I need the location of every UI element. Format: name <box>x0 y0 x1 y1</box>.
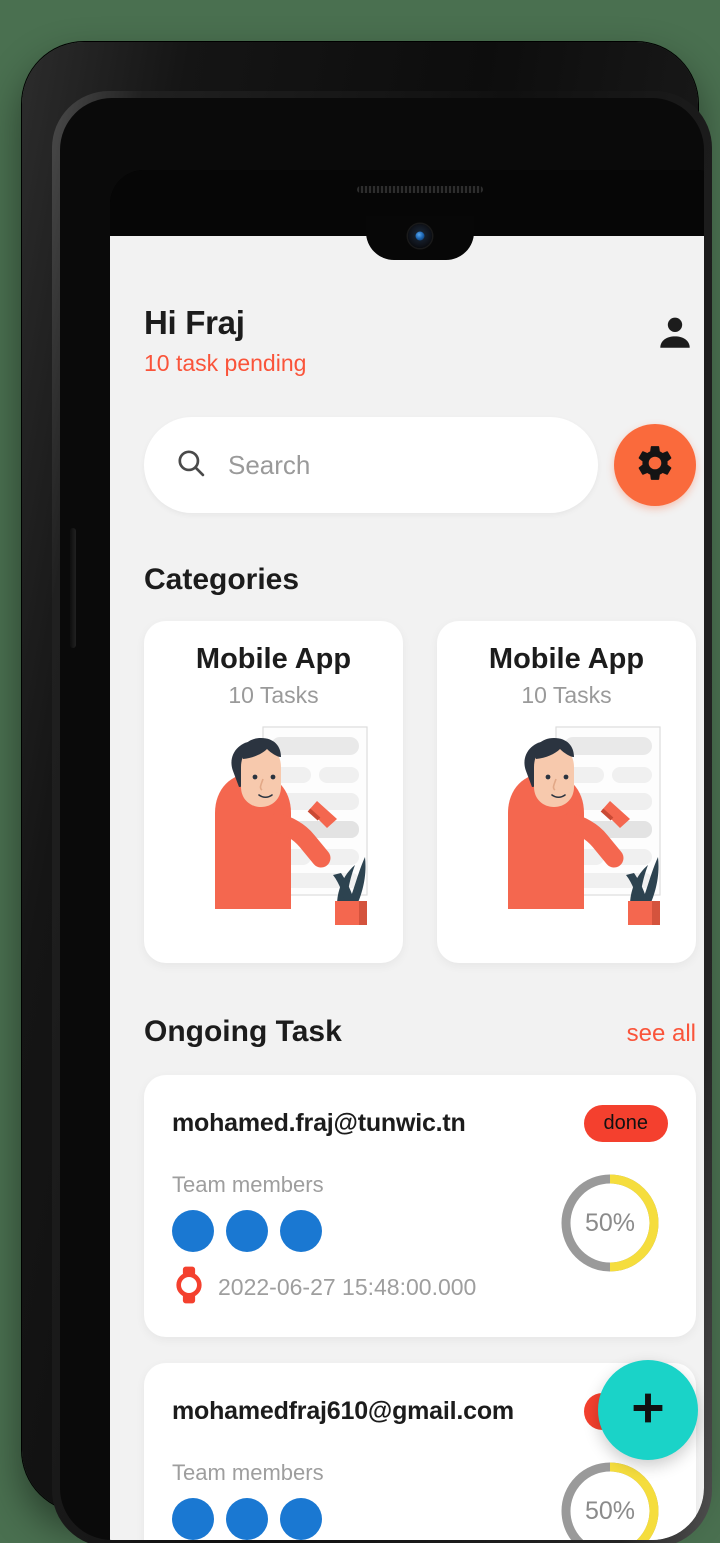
notch <box>366 216 474 260</box>
settings-button[interactable] <box>614 424 696 506</box>
page-title: Hi Fraj <box>144 304 245 341</box>
person-icon[interactable] <box>654 312 696 359</box>
category-name: Mobile App <box>195 643 352 675</box>
earpiece-speaker <box>357 186 483 193</box>
avatar[interactable] <box>280 1210 322 1252</box>
task-email: mohamed.fraj@tunwic.tn <box>172 1109 466 1137</box>
task-datetime: 2022-06-27 15:48:00.000 <box>218 1274 477 1300</box>
category-name: Mobile App <box>488 643 645 675</box>
watch-icon <box>172 1266 206 1309</box>
phone-screen: Hi Fraj 10 task pending Search Categorie… <box>110 170 704 1540</box>
front-camera-icon <box>408 224 432 248</box>
task-header: mohamed.fraj@tunwic.tn done <box>172 1105 668 1142</box>
categories-list: Mobile App 10 Tasks Mobile App 10 Tasks <box>110 597 704 963</box>
categories-title: Categories <box>144 563 300 596</box>
plus-icon <box>625 1385 671 1436</box>
search-row: Search <box>110 377 704 513</box>
categories-header: Categories <box>110 513 704 597</box>
add-task-button[interactable] <box>598 1360 698 1460</box>
left-side-button[interactable] <box>70 528 76 648</box>
see-all-link[interactable]: see all <box>627 1020 696 1048</box>
ongoing-header: Ongoing Task see all <box>110 963 704 1049</box>
task-header: mohamedfraj610@gmail.com done <box>172 1393 668 1430</box>
ongoing-title: Ongoing Task <box>144 1015 342 1048</box>
man-writing-checklist-illustration <box>159 715 389 932</box>
app-screen: Hi Fraj 10 task pending Search Categorie… <box>110 236 704 1540</box>
search-input[interactable]: Search <box>144 417 598 513</box>
avatar[interactable] <box>226 1210 268 1252</box>
avatar[interactable] <box>172 1210 214 1252</box>
phone-body: Hi Fraj 10 task pending Search Categorie… <box>60 98 704 1540</box>
progress-ring: 50% <box>558 1171 662 1280</box>
phone-frame: Hi Fraj 10 task pending Search Categorie… <box>22 42 712 1543</box>
avatar[interactable] <box>280 1498 322 1540</box>
category-card[interactable]: Mobile App 10 Tasks <box>437 621 696 963</box>
gear-icon <box>634 442 676 489</box>
search-icon <box>174 446 208 485</box>
screenshot-stage: Hi Fraj 10 task pending Search Categorie… <box>0 0 720 1543</box>
header-text-group: Hi Fraj 10 task pending <box>144 304 306 377</box>
pending-tasks-label: 10 task pending <box>144 350 307 376</box>
avatar[interactable] <box>226 1498 268 1540</box>
progress-percent: 50% <box>585 1497 635 1525</box>
status-badge: done <box>583 1105 668 1142</box>
search-placeholder: Search <box>228 449 311 480</box>
task-card[interactable]: mohamed.fraj@tunwic.tn done Team members <box>144 1075 696 1337</box>
camera-lens <box>415 231 425 241</box>
progress-percent: 50% <box>585 1209 635 1237</box>
category-task-count: 10 Tasks <box>228 682 319 708</box>
task-email: mohamedfraj610@gmail.com <box>172 1397 514 1425</box>
avatar[interactable] <box>172 1498 214 1540</box>
category-task-count: 10 Tasks <box>521 682 612 708</box>
category-card[interactable]: Mobile App 10 Tasks <box>144 621 403 963</box>
man-writing-checklist-illustration <box>452 715 682 932</box>
progress-ring: 50% <box>558 1459 662 1540</box>
